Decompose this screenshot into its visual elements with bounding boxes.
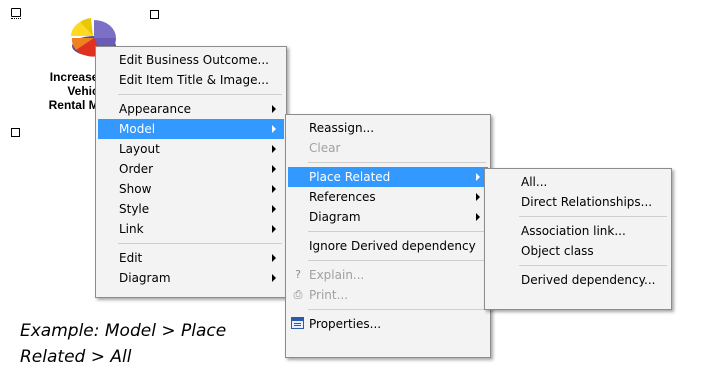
menu-item-label: Model — [119, 122, 156, 136]
menu-item-label: Reassign... — [309, 121, 375, 135]
menu-item-label: Object class — [521, 244, 594, 258]
submenu-arrow-icon — [272, 225, 276, 233]
menu-item-label: Order — [119, 162, 154, 176]
menu-separator — [118, 243, 282, 244]
submenu-arrow-icon — [272, 165, 276, 173]
menu-separator — [519, 265, 667, 266]
menu-item-appearance[interactable]: Appearance — [98, 99, 284, 119]
menu-item-edit[interactable]: Edit — [98, 248, 284, 268]
menu-item-ignore-derived-dependency[interactable]: Ignore Derived dependency — [288, 236, 488, 256]
menu-item-explain[interactable]: ? Explain... — [288, 265, 488, 285]
menu-item-label: Ignore Derived dependency — [309, 239, 476, 253]
question-icon: ? — [295, 268, 301, 281]
submenu-arrow-icon — [272, 254, 276, 262]
menu-item-label: Print... — [309, 288, 349, 302]
menu-item-diagram-sub[interactable]: Diagram — [288, 207, 488, 227]
submenu-arrow-icon — [272, 185, 276, 193]
menu-item-properties[interactable]: Properties... — [288, 314, 488, 334]
menu-item-edit-item-title-image[interactable]: Edit Item Title & Image... — [98, 70, 284, 90]
submenu-arrow-icon — [476, 173, 480, 181]
submenu-arrow-icon — [476, 213, 480, 221]
caption-text: Example: Model > Place — [20, 321, 227, 341]
menu-separator — [308, 309, 486, 310]
menu-item-order[interactable]: Order — [98, 159, 284, 179]
menu-item-object-class[interactable]: Object class — [487, 241, 669, 261]
menu-item-references[interactable]: References — [288, 187, 488, 207]
menu-item-direct-relationships[interactable]: Direct Relationships... — [487, 192, 669, 212]
menu-item-show[interactable]: Show — [98, 179, 284, 199]
menu-separator — [519, 216, 667, 217]
menu-item-label: Edit Item Title & Image... — [119, 73, 269, 87]
menu-item-label: Appearance — [119, 102, 192, 116]
menu-item-label: Edit — [119, 251, 143, 265]
menu-item-style[interactable]: Style — [98, 199, 284, 219]
menu-item-label: Link — [119, 222, 144, 236]
menu-separator — [308, 162, 486, 163]
menu-item-label: References — [309, 190, 376, 204]
selection-handle-top-right[interactable] — [150, 10, 159, 19]
menu-item-all[interactable]: All... — [487, 172, 669, 192]
selection-handle-top-left[interactable] — [11, 8, 21, 19]
submenu-arrow-icon — [272, 145, 276, 153]
menu-item-label: Place Related — [309, 170, 391, 184]
submenu-arrow-icon — [476, 193, 480, 201]
menu-item-label: Layout — [119, 142, 160, 156]
selection-handle-bottom-left[interactable] — [11, 128, 20, 137]
context-menu: Edit Business Outcome... Edit Item Title… — [95, 46, 287, 298]
submenu-arrow-icon — [272, 105, 276, 113]
menu-item-label: Edit Business Outcome... — [119, 53, 269, 67]
menu-item-model[interactable]: Model — [98, 119, 284, 139]
submenu-arrow-icon — [272, 205, 276, 213]
menu-item-label: Show — [119, 182, 152, 196]
model-submenu: Reassign... Clear Place Related Referenc… — [285, 114, 491, 358]
menu-item-label: Clear — [309, 141, 341, 155]
menu-item-diagram[interactable]: Diagram — [98, 268, 284, 288]
menu-item-place-related[interactable]: Place Related — [288, 167, 488, 187]
submenu-arrow-icon — [272, 125, 276, 133]
menu-item-label: Direct Relationships... — [521, 195, 653, 209]
menu-item-print[interactable]: ⎙ Print... — [288, 285, 488, 305]
properties-icon — [291, 317, 304, 329]
menu-item-label: Derived dependency... — [521, 273, 656, 287]
menu-item-edit-business-outcome[interactable]: Edit Business Outcome... — [98, 50, 284, 70]
menu-separator — [118, 94, 282, 95]
menu-item-association-link[interactable]: Association link... — [487, 221, 669, 241]
menu-separator — [308, 260, 486, 261]
menu-item-label: All... — [521, 175, 548, 189]
diagram-canvas[interactable]: Increase Avis Vehicle Rental Market Edit… — [0, 0, 712, 367]
menu-item-label: Association link... — [521, 224, 626, 238]
menu-item-link[interactable]: Link — [98, 219, 284, 239]
print-icon: ⎙ — [293, 288, 303, 301]
menu-item-clear[interactable]: Clear — [288, 138, 488, 158]
menu-item-label: Diagram — [119, 271, 171, 285]
menu-item-derived-dependency[interactable]: Derived dependency... — [487, 270, 669, 290]
menu-item-label: Diagram — [309, 210, 361, 224]
menu-item-label: Explain... — [309, 268, 365, 282]
menu-item-layout[interactable]: Layout — [98, 139, 284, 159]
caption-text-continued: Related > All — [20, 347, 132, 367]
place-related-submenu: All... Direct Relationships... Associati… — [484, 168, 672, 310]
menu-item-label: Style — [119, 202, 150, 216]
submenu-arrow-icon — [272, 274, 276, 282]
menu-item-label: Properties... — [309, 317, 382, 331]
menu-item-reassign[interactable]: Reassign... — [288, 118, 488, 138]
menu-separator — [308, 231, 486, 232]
